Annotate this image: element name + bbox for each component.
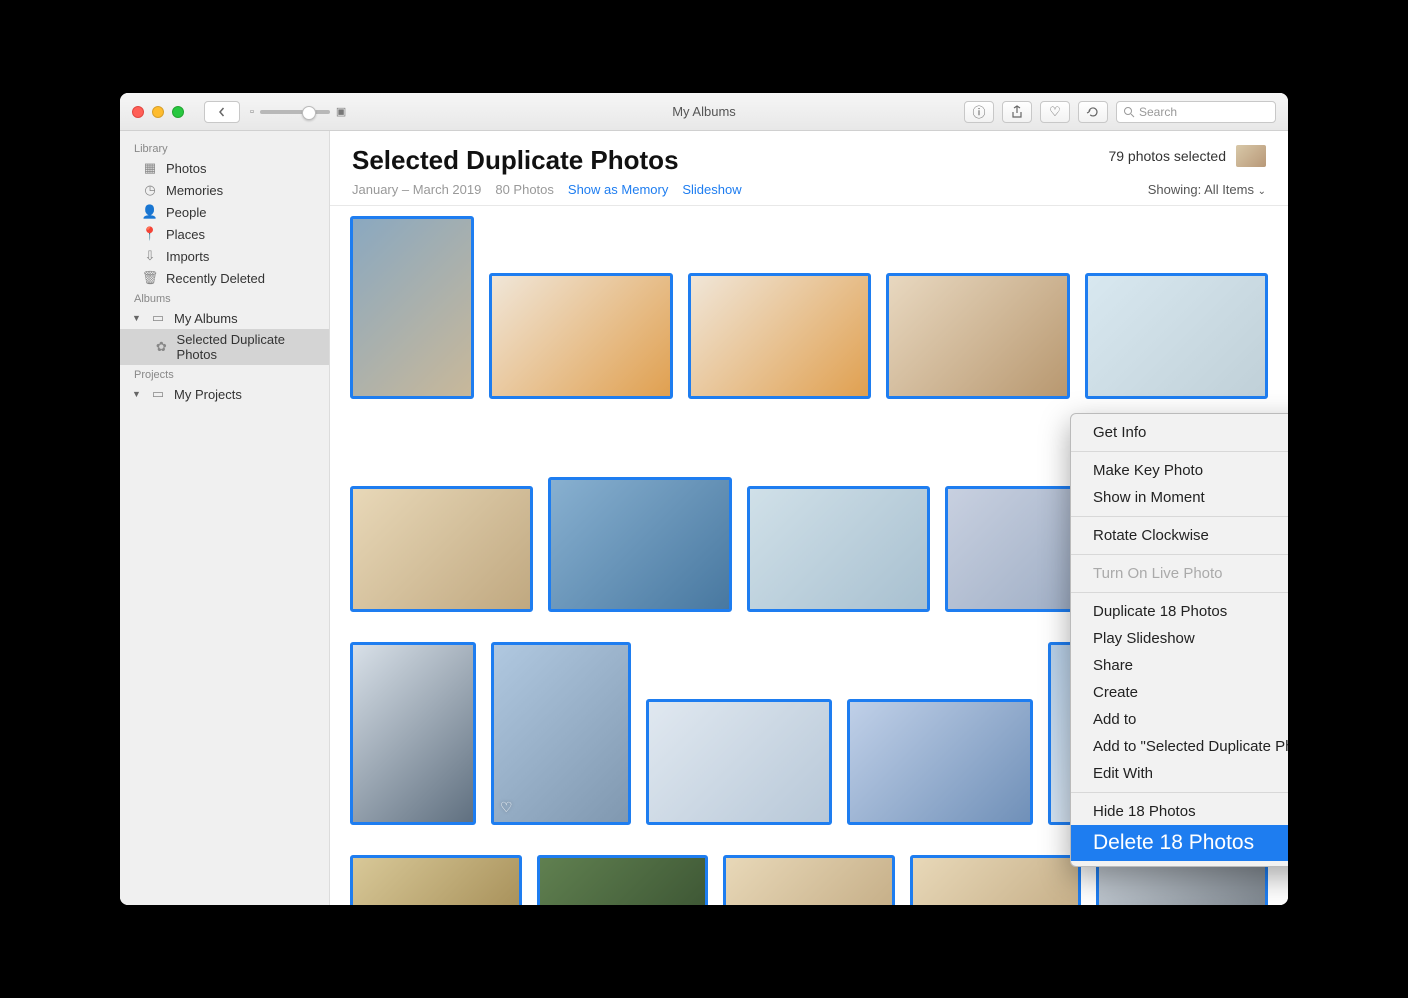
ctx-play-slideshow[interactable]: Play Slideshow — [1071, 625, 1288, 652]
ctx-add-to-album[interactable]: Add to "Selected Duplicate Photos" — [1071, 733, 1288, 760]
large-thumb-icon: ▣ — [336, 105, 346, 118]
sidebar-item-selected-duplicate-photos[interactable]: ✿Selected Duplicate Photos — [120, 329, 329, 365]
date-range: January – March 2019 — [352, 182, 481, 197]
share-icon — [1011, 105, 1023, 119]
back-button[interactable] — [204, 101, 240, 123]
photo-thumbnail[interactable] — [350, 855, 522, 905]
photo-thumbnail[interactable] — [489, 273, 672, 399]
sidebar-item-my-projects[interactable]: ▼▭My Projects — [120, 383, 329, 405]
photo-thumbnail[interactable] — [350, 642, 476, 825]
ctx-show-in-moment[interactable]: Show in Moment — [1071, 484, 1288, 511]
thumbnail-size-slider[interactable]: ▫ ▣ — [250, 105, 346, 118]
search-icon — [1123, 106, 1135, 118]
clock-icon: ◷ — [142, 182, 158, 198]
showing-filter[interactable]: Showing: All Items ⌄ — [1148, 182, 1266, 197]
context-menu: Get Info Make Key Photo Show in Moment R… — [1070, 413, 1288, 867]
maximize-button[interactable] — [172, 106, 184, 118]
favorite-button[interactable]: ♡ — [1040, 101, 1070, 123]
ctx-make-key-photo[interactable]: Make Key Photo — [1071, 457, 1288, 484]
rotate-icon — [1086, 105, 1100, 119]
sidebar: Library ▦Photos ◷Memories 👤People 📍Place… — [120, 131, 330, 905]
slideshow-link[interactable]: Slideshow — [682, 182, 741, 197]
share-button[interactable] — [1002, 101, 1032, 123]
project-icon: ▭ — [150, 386, 166, 402]
heart-icon: ♡ — [1049, 104, 1061, 120]
ctx-separator — [1071, 554, 1288, 555]
chevron-down-icon: ⌄ — [1258, 186, 1266, 197]
trash-icon: 🗑 — [142, 270, 158, 286]
photo-thumbnail[interactable] — [350, 486, 533, 612]
photo-thumbnail[interactable] — [646, 699, 832, 825]
key-photo-thumb[interactable] — [1236, 145, 1266, 167]
photo-thumbnail[interactable] — [548, 477, 731, 612]
content-header: Selected Duplicate Photos 79 photos sele… — [330, 131, 1288, 206]
disclosure-icon: ▼ — [132, 313, 142, 323]
sidebar-item-places[interactable]: 📍Places — [120, 223, 329, 245]
selection-count: 79 photos selected — [1108, 148, 1226, 164]
album-icon: ▭ — [150, 310, 166, 326]
ctx-delete[interactable]: Delete 18 Photos — [1071, 825, 1288, 861]
ctx-edit-with[interactable]: Edit With▶ — [1071, 760, 1288, 787]
sidebar-item-people[interactable]: 👤People — [120, 201, 329, 223]
titlebar: ▫ ▣ My Albums ⓘ ♡ Search — [120, 93, 1288, 131]
app-window: ▫ ▣ My Albums ⓘ ♡ Search Library ▦Photos — [120, 93, 1288, 905]
ctx-create[interactable]: Create▶ — [1071, 679, 1288, 706]
ctx-separator — [1071, 792, 1288, 793]
photo-thumbnail[interactable] — [350, 216, 474, 399]
info-icon: ⓘ — [972, 102, 985, 121]
photo-thumbnail[interactable] — [537, 855, 709, 905]
page-title: Selected Duplicate Photos — [352, 145, 679, 176]
ctx-add-to[interactable]: Add to▶ — [1071, 706, 1288, 733]
sidebar-section-albums: Albums — [120, 289, 329, 307]
info-button[interactable]: ⓘ — [964, 101, 994, 123]
heart-icon: ♡ — [500, 799, 513, 816]
slider-track[interactable] — [260, 110, 330, 114]
photo-thumbnail[interactable] — [847, 699, 1033, 825]
ctx-get-info[interactable]: Get Info — [1071, 419, 1288, 446]
sidebar-item-memories[interactable]: ◷Memories — [120, 179, 329, 201]
ctx-separator — [1071, 451, 1288, 452]
sidebar-item-recently-deleted[interactable]: 🗑Recently Deleted — [120, 267, 329, 289]
ctx-duplicate[interactable]: Duplicate 18 Photos — [1071, 598, 1288, 625]
smart-album-icon: ✿ — [154, 339, 169, 355]
show-as-memory-link[interactable]: Show as Memory — [568, 182, 668, 197]
ctx-turn-on-live-photo: Turn On Live Photo — [1071, 560, 1288, 587]
search-field[interactable]: Search — [1116, 101, 1276, 123]
photo-thumbnail[interactable]: ♡ — [491, 642, 631, 825]
disclosure-icon: ▼ — [132, 389, 142, 399]
import-icon: ⇩ — [142, 248, 158, 264]
sidebar-section-library: Library — [120, 139, 329, 157]
photo-count: 80 Photos — [495, 182, 554, 197]
ctx-hide[interactable]: Hide 18 Photos — [1071, 798, 1288, 825]
ctx-separator — [1071, 592, 1288, 593]
photo-thumbnail[interactable] — [723, 855, 895, 905]
pin-icon: 📍 — [142, 226, 158, 242]
sidebar-item-photos[interactable]: ▦Photos — [120, 157, 329, 179]
person-icon: 👤 — [142, 204, 158, 220]
close-button[interactable] — [132, 106, 144, 118]
photo-thumbnail[interactable] — [910, 855, 1082, 905]
chevron-left-icon — [217, 107, 227, 117]
minimize-button[interactable] — [152, 106, 164, 118]
photo-thumbnail[interactable] — [1085, 273, 1268, 399]
main-content: Selected Duplicate Photos 79 photos sele… — [330, 131, 1288, 905]
ctx-share[interactable]: Share▶ — [1071, 652, 1288, 679]
photo-thumbnail[interactable] — [747, 486, 930, 612]
sidebar-item-my-albums[interactable]: ▼▭My Albums — [120, 307, 329, 329]
sidebar-item-imports[interactable]: ⇩Imports — [120, 245, 329, 267]
ctx-rotate-clockwise[interactable]: Rotate Clockwise — [1071, 522, 1288, 549]
photo-thumbnail[interactable] — [688, 273, 871, 399]
sidebar-section-projects: Projects — [120, 365, 329, 383]
small-thumb-icon: ▫ — [250, 106, 254, 118]
rotate-button[interactable] — [1078, 101, 1108, 123]
photos-icon: ▦ — [142, 160, 158, 176]
photo-thumbnail[interactable] — [886, 273, 1069, 399]
ctx-separator — [1071, 516, 1288, 517]
traffic-lights — [132, 106, 184, 118]
search-placeholder: Search — [1139, 105, 1177, 119]
